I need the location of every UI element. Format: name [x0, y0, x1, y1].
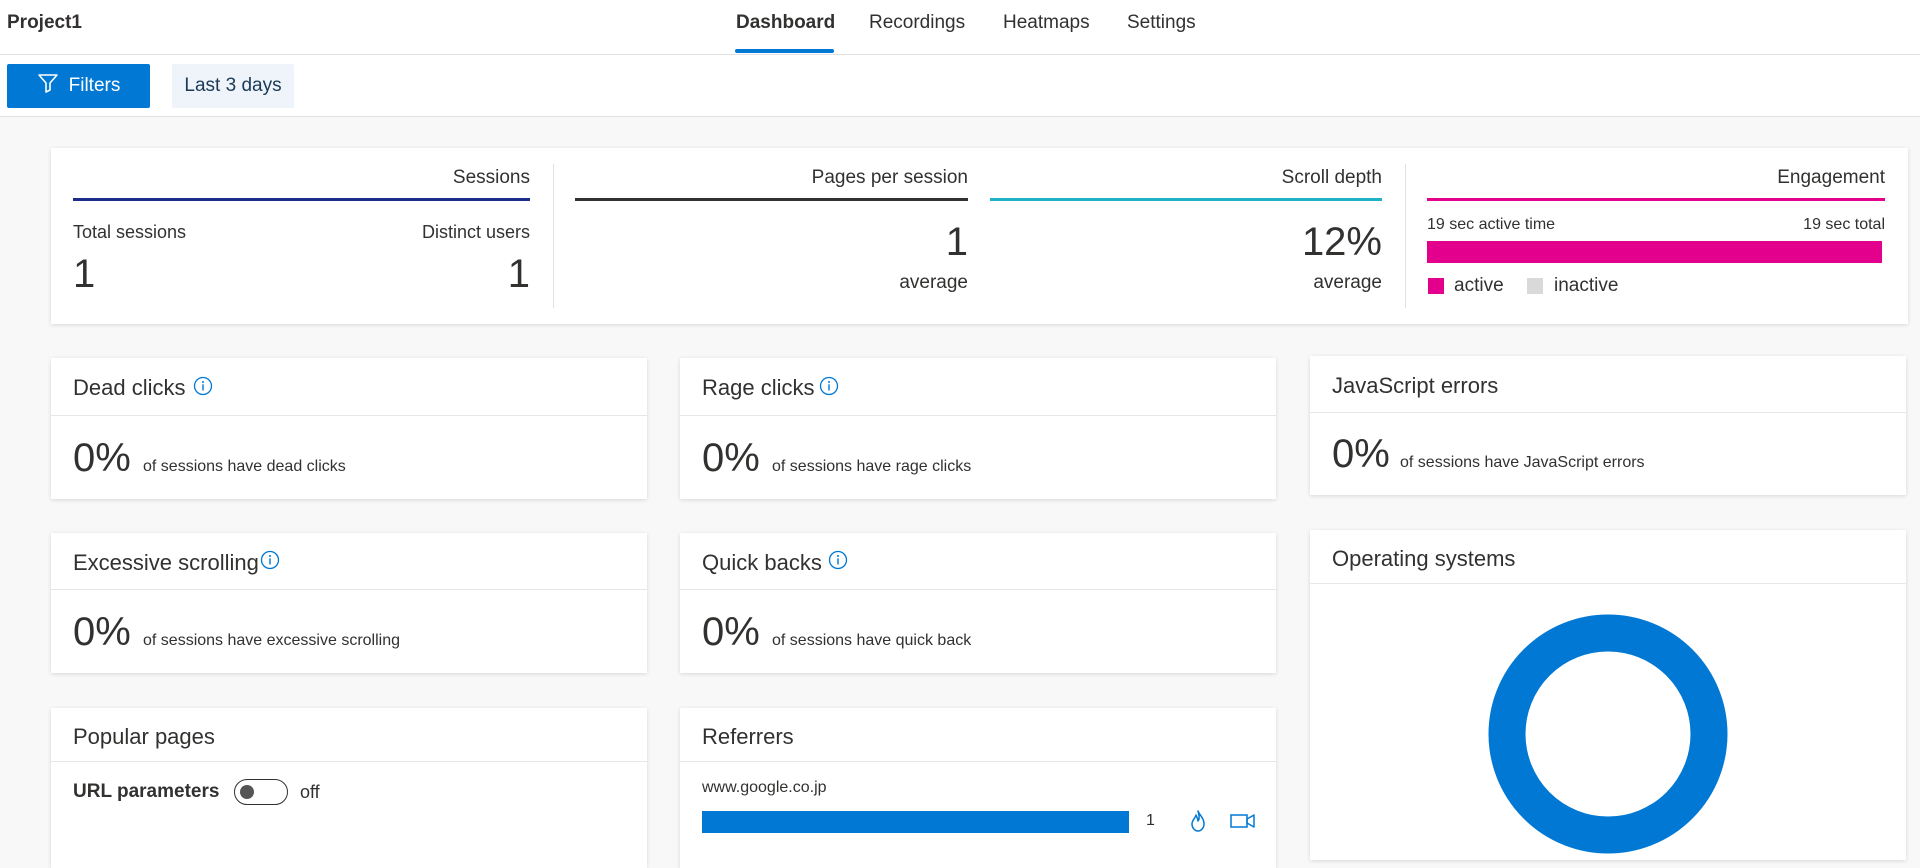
legend-active-label: active [1454, 275, 1504, 296]
tab-heatmaps[interactable]: Heatmaps [1003, 12, 1090, 34]
legend-inactive-swatch [1527, 278, 1543, 294]
date-range-button[interactable]: Last 3 days [172, 64, 294, 108]
distinct-users-label: Distinct users [421, 222, 530, 242]
flame-icon[interactable] [1188, 809, 1208, 833]
pages-per-session-value: 1 [945, 220, 968, 264]
info-icon[interactable] [260, 550, 280, 570]
javascript-errors-value: 0% [1332, 432, 1390, 476]
javascript-errors-card: JavaScript errors 0% of sessions have Ja… [1310, 356, 1906, 495]
distinct-users-value: 1 [507, 252, 530, 296]
dead-clicks-value: 0% [73, 436, 131, 480]
active-tab-indicator [735, 49, 834, 53]
sessions-underline [73, 198, 530, 201]
engagement-underline [1427, 198, 1885, 201]
scroll-depth-value: 12% [1301, 220, 1382, 264]
pages-per-session-title: Pages per session [811, 167, 968, 188]
url-parameters-label: URL parameters [73, 781, 220, 802]
os-donut-chart [1488, 614, 1728, 854]
quick-backs-value: 0% [702, 610, 760, 654]
quick-backs-card: Quick backs 0% of sessions have quick ba… [680, 533, 1276, 673]
info-icon[interactable] [819, 376, 839, 396]
quick-backs-desc: of sessions have quick back [772, 632, 972, 649]
os-donut-segment[interactable] [1488, 614, 1728, 854]
referrers-title: Referrers [702, 724, 794, 749]
popular-pages-card: Popular pages URL parameters off [51, 708, 647, 868]
dead-clicks-title: Dead clicks [73, 375, 186, 400]
engagement-bar [1427, 241, 1882, 263]
column-divider [553, 164, 554, 308]
rage-clicks-title: Rage clicks [702, 375, 815, 400]
popular-pages-title: Popular pages [73, 724, 215, 749]
project-name[interactable]: Project1 [7, 12, 82, 34]
dead-clicks-desc: of sessions have dead clicks [143, 458, 346, 475]
rage-clicks-desc: of sessions have rage clicks [772, 458, 972, 475]
top-nav-bar: Project1 Dashboard Recordings Heatmaps S… [0, 0, 1920, 55]
scroll-average-label: average [1313, 272, 1382, 293]
tab-settings[interactable]: Settings [1127, 12, 1196, 34]
excessive-scrolling-title: Excessive scrolling [73, 550, 259, 575]
referrer-name[interactable]: www.google.co.jp [702, 779, 827, 797]
referrers-card: Referrers www.google.co.jp 1 [680, 708, 1276, 868]
engagement-title: Engagement [1777, 167, 1885, 188]
card-divider [1310, 412, 1906, 413]
javascript-errors-desc: of sessions have JavaScript errors [1400, 454, 1645, 471]
filter-icon [37, 72, 59, 100]
filters-button[interactable]: Filters [7, 64, 150, 108]
javascript-errors-title: JavaScript errors [1332, 373, 1499, 398]
url-parameters-toggle[interactable] [234, 779, 288, 805]
card-divider [680, 415, 1276, 416]
sessions-title: Sessions [452, 167, 530, 188]
operating-systems-title: Operating systems [1332, 546, 1516, 571]
card-divider [680, 761, 1276, 762]
referrer-bar [702, 811, 1129, 833]
referrer-count: 1 [1146, 812, 1155, 829]
card-divider [51, 761, 647, 762]
rage-clicks-card: Rage clicks 0% of sessions have rage cli… [680, 358, 1276, 499]
engagement-active-fill [1427, 241, 1882, 263]
total-time-label: 19 sec total [1803, 216, 1885, 233]
filters-label: Filters [68, 75, 121, 96]
toggle-state-label: off [300, 782, 320, 802]
pages-underline [575, 198, 968, 201]
dead-clicks-card: Dead clicks 0% of sessions have dead cli… [51, 358, 647, 499]
excessive-scrolling-desc: of sessions have excessive scrolling [143, 632, 401, 649]
card-divider [680, 589, 1276, 590]
info-icon[interactable] [828, 550, 848, 570]
tab-dashboard[interactable]: Dashboard [736, 12, 835, 34]
legend-active-swatch [1428, 278, 1444, 294]
excessive-scrolling-value: 0% [73, 610, 131, 654]
total-sessions-value: 1 [73, 252, 96, 296]
toggle-knob [240, 785, 254, 799]
card-divider [51, 589, 647, 590]
filter-bar: Filters Last 3 days [0, 55, 1920, 117]
scroll-underline [990, 198, 1382, 201]
summary-card: Sessions Total sessions Distinct users 1… [51, 148, 1908, 324]
pages-average-label: average [899, 272, 968, 293]
info-icon[interactable] [193, 376, 213, 396]
operating-systems-card: Operating systems [1310, 530, 1906, 860]
card-divider [51, 415, 647, 416]
card-divider [1310, 583, 1906, 584]
excessive-scrolling-card: Excessive scrolling 0% of sessions have … [51, 533, 647, 673]
total-sessions-label: Total sessions [73, 222, 187, 242]
rage-clicks-value: 0% [702, 436, 760, 480]
scroll-depth-title: Scroll depth [1281, 167, 1382, 188]
quick-backs-title: Quick backs [702, 550, 822, 575]
legend-inactive-label: inactive [1554, 275, 1619, 296]
column-divider [1405, 164, 1406, 308]
video-icon[interactable] [1230, 812, 1256, 830]
tab-recordings[interactable]: Recordings [869, 12, 965, 34]
